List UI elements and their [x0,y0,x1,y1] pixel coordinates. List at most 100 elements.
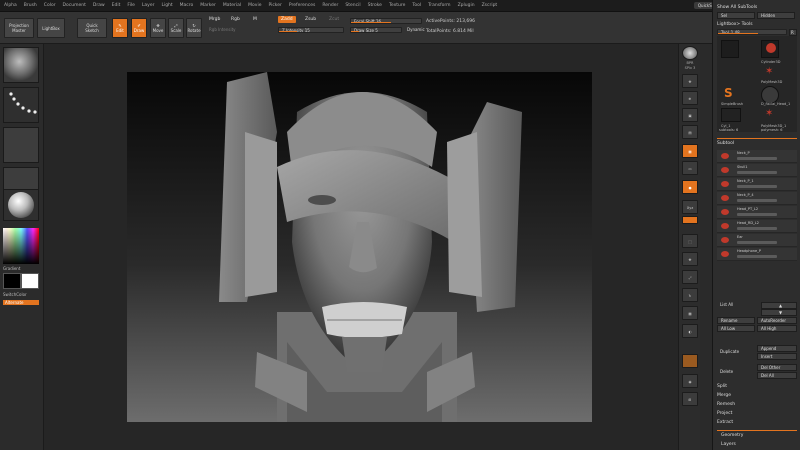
move-down-arrow[interactable]: ▼ [761,309,797,316]
draw-size-slider[interactable]: Draw Size 5 [350,27,402,33]
menu-picker[interactable]: Picker [268,3,281,8]
geometry-section[interactable]: Geometry [721,433,743,438]
ghost-button[interactable] [682,354,698,368]
z-intensity-slider[interactable]: Z Intensity 15 [278,27,344,33]
rotate-view-button[interactable]: ↻ [682,288,698,302]
zadd-toggle[interactable]: Zadd [278,16,296,23]
menu-marker[interactable]: Marker [200,3,216,8]
m-toggle[interactable]: M [250,16,260,23]
menu-material[interactable]: Material [223,3,241,8]
xyz-button[interactable]: Xyz [682,200,698,214]
dynamic-toggle[interactable]: Dynamic [404,26,428,33]
move-view-button[interactable]: ✥ [682,252,698,266]
merge-section[interactable]: Merge [717,393,731,398]
menu-alpha[interactable]: Alpha [4,3,17,8]
duplicate-button[interactable]: Duplicate [717,349,755,356]
lightbox-button[interactable]: LightBox [37,18,65,38]
switch-color-button[interactable]: SwitchColor [3,292,27,297]
menu-zplugin[interactable]: Zplugin [458,3,475,8]
show-all-subtools[interactable]: Show All SubTools [717,5,757,10]
menu-light[interactable]: Light [161,3,172,8]
material-selector[interactable] [3,189,39,221]
subtool-item[interactable]: Head_PT_L2 [717,206,797,219]
all-high-button[interactable]: All High [757,325,797,332]
rotate-button[interactable]: ↻ Rotate [186,18,202,38]
tool-slider[interactable]: Tool_1.48 [717,29,787,35]
alternate-button[interactable]: Alternate [3,300,39,305]
insert-button[interactable]: Insert [757,353,797,360]
xpose-button[interactable]: ⊞ [682,392,698,406]
scroll-button[interactable]: ✥ [682,74,698,88]
subtool-item[interactable]: Neck_P_4 [717,192,797,205]
frame-button[interactable]: ⬚ [682,234,698,248]
scale-button[interactable]: ⤢ Scale [168,18,184,38]
zoom-button[interactable]: ⊕ [682,91,698,105]
rename-button[interactable]: Rename [717,317,755,324]
floor-button[interactable]: ▭ [682,161,698,175]
subtool-item[interactable]: Head_RD_L2 [717,220,797,233]
zcut-toggle[interactable]: Zcut [326,16,342,23]
secondary-color-swatch[interactable] [21,273,39,289]
scale-view-button[interactable]: ⤢ [682,270,698,284]
menu-macro[interactable]: Macro [180,3,194,8]
lightbox-tools-button[interactable]: Lightbox> Tools [717,22,753,27]
menu-file[interactable]: File [127,3,135,8]
menu-color[interactable]: Color [44,3,56,8]
move-up-arrow[interactable]: ▲ [761,302,797,309]
actual-button[interactable]: ▣ [682,108,698,122]
subtool-visibility-toggle[interactable] [737,255,777,258]
subtool-item[interactable]: Ear [717,234,797,247]
delete-button[interactable]: Delete [717,369,755,376]
edit-button[interactable]: ✎ Edit [112,18,128,38]
color-picker[interactable] [3,228,39,264]
menu-zscript[interactable]: Zscript [482,3,498,8]
menu-stencil[interactable]: Stencil [345,3,360,8]
split-section[interactable]: Split [717,384,727,389]
thumb-polymesh3d[interactable] [761,40,779,58]
menu-tool[interactable]: Tool [412,3,421,8]
local-button[interactable]: ● [682,180,698,194]
sel-button[interactable]: Sel [717,12,755,19]
subtool-visibility-toggle[interactable] [737,241,777,244]
menu-preferences[interactable]: Preferences [289,3,315,8]
zsub-toggle[interactable]: Zsub [302,16,319,23]
subtool-item[interactable]: Neck_P [717,150,797,163]
rgb-intensity-slider[interactable]: Rgb Intensity [206,27,266,33]
menu-layer[interactable]: Layer [142,3,155,8]
auto-reorder-button[interactable]: AutoReorder [757,317,797,324]
alpha-selector[interactable] [3,127,39,163]
bpr-button[interactable] [682,46,698,60]
menu-edit[interactable]: Edit [112,3,121,8]
menu-document[interactable]: Document [63,3,86,8]
draw-button[interactable]: ✐ Draw [131,18,147,38]
projection-master-button[interactable]: Projection Master [4,18,34,38]
subtool-item[interactable]: Headphone_P [717,248,797,261]
transp-button[interactable]: ◐ [682,324,698,338]
del-other-button[interactable]: Del Other [757,364,797,371]
all-low-button[interactable]: All Low [717,325,755,332]
subtool-item[interactable]: Neck_P_1 [717,178,797,191]
menu-movie[interactable]: Movie [248,3,261,8]
subtool-item[interactable]: Skull1 [717,164,797,177]
rgb-toggle[interactable]: Rgb [228,16,243,23]
menu-transform[interactable]: Transform [428,3,450,8]
aahalf-button[interactable]: ▤ [682,125,698,139]
menu-brush[interactable]: Brush [24,3,37,8]
menu-render[interactable]: Render [322,3,338,8]
list-all-button[interactable]: List All [717,302,757,309]
main-color-swatch[interactable] [3,273,21,289]
thumb-cyl1[interactable] [721,108,741,122]
project-section[interactable]: Project [717,411,732,416]
polyf-button[interactable]: ▦ [682,306,698,320]
subtool-visibility-toggle[interactable] [737,185,777,188]
extract-section[interactable]: Extract [717,420,733,425]
quick-sketch-button[interactable]: Quick Sketch [77,18,107,38]
hidden-button[interactable]: Hidden [757,12,795,19]
thumb-cylinder3d[interactable] [721,40,739,58]
subtool-header[interactable]: Subtool [717,141,734,146]
focal-shift-slider[interactable]: Focal Shift 26 [350,18,422,24]
menu-stroke[interactable]: Stroke [368,3,382,8]
menu-texture[interactable]: Texture [389,3,405,8]
layers-section[interactable]: Layers [721,442,736,447]
xyz-active-indicator[interactable] [682,216,698,224]
